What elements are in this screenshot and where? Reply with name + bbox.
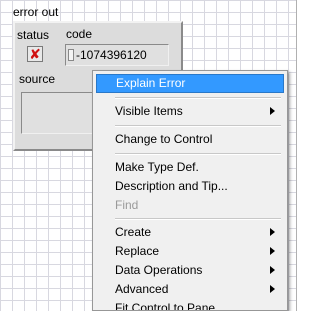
code-value: -1074396120 — [76, 48, 147, 62]
menu-separator — [115, 125, 281, 127]
submenu-arrow-icon — [270, 228, 275, 236]
menu-item-create[interactable]: Create — [96, 223, 284, 242]
source-indicator[interactable] — [21, 92, 101, 134]
front-panel[interactable]: error out status code ✘ -1074396120 sour… — [0, 0, 317, 311]
menu-item-explain-error[interactable]: Explain Error — [96, 74, 284, 93]
menu-item-fit-control-to-pane[interactable]: Fit Control to Pane — [96, 299, 284, 311]
menu-item-label: Create — [115, 225, 152, 239]
menu-item-make-type-def[interactable]: Make Type Def. — [96, 158, 284, 177]
menu-item-label: Replace — [115, 244, 160, 258]
panel-edge — [296, 0, 317, 311]
menu-item-visible-items[interactable]: Visible Items — [96, 102, 284, 121]
menu-item-label: Make Type Def. — [115, 160, 199, 174]
menu-item-label: Data Operations — [115, 263, 203, 277]
menu-item-label: Advanced — [115, 282, 169, 296]
submenu-arrow-icon — [270, 285, 275, 293]
menu-item-change-to-control[interactable]: Change to Control — [96, 130, 284, 149]
menu-item-replace[interactable]: Replace — [96, 242, 284, 261]
menu-item-description-and-tip[interactable]: Description and Tip... — [96, 177, 284, 196]
submenu-arrow-icon — [270, 247, 275, 255]
code-label: code — [66, 27, 93, 41]
menu-item-label: Change to Control — [115, 132, 213, 146]
x-icon: ✘ — [29, 46, 41, 62]
submenu-arrow-icon — [270, 107, 275, 115]
menu-item-label: Explain Error — [116, 76, 186, 90]
code-indicator[interactable]: -1074396120 — [65, 44, 169, 66]
submenu-arrow-icon — [270, 266, 275, 274]
menu-separator — [115, 153, 281, 155]
status-label: status — [17, 28, 50, 42]
radix-icon[interactable] — [68, 49, 74, 61]
menu-item-find: Find — [96, 196, 284, 215]
status-indicator[interactable]: ✘ — [27, 46, 43, 62]
menu-separator — [115, 97, 281, 99]
menu-item-label: Description and Tip... — [115, 179, 228, 193]
context-menu: Explain Error Visible Items Change to Co… — [92, 70, 288, 311]
source-label: source — [19, 72, 56, 86]
menu-item-label: Visible Items — [115, 104, 183, 118]
menu-item-label: Find — [115, 198, 139, 212]
menu-separator — [115, 218, 281, 220]
menu-item-data-operations[interactable]: Data Operations — [96, 261, 284, 280]
cluster-label: error out — [13, 5, 59, 19]
menu-item-advanced[interactable]: Advanced — [96, 280, 284, 299]
menu-item-label: Fit Control to Pane — [115, 301, 216, 311]
